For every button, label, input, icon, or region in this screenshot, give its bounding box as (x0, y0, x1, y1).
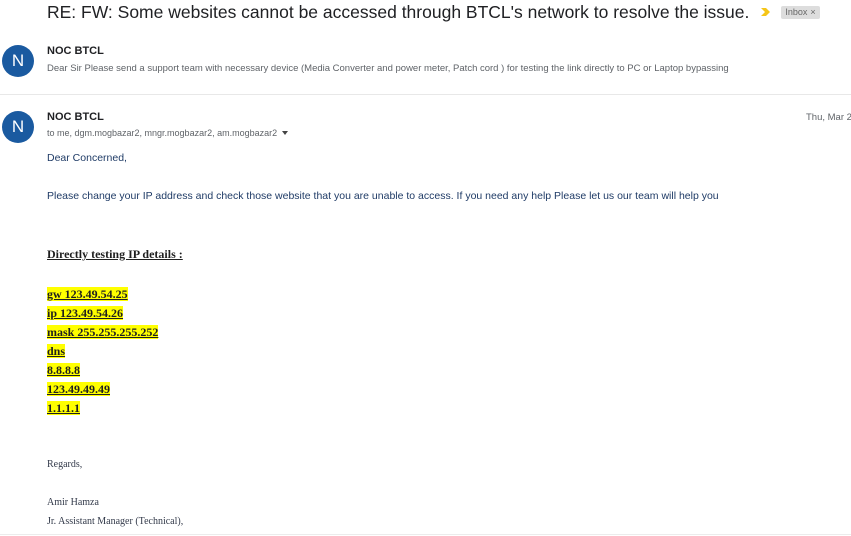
ip-detail-text: mask 255.255.255.252 (47, 325, 159, 339)
ip-detail-line: 8.8.8.8 (47, 361, 80, 379)
ip-detail-text: 1.1.1.1 (47, 401, 80, 415)
collapsed-message-sender[interactable]: NOC BTCL (47, 45, 104, 57)
avatar[interactable]: N (2, 111, 34, 143)
closing: Regards, (47, 459, 83, 470)
message-date: Thu, Mar 2 (806, 112, 851, 123)
collapsed-message-snippet[interactable]: Dear Sir Please send a support team with… (47, 63, 729, 74)
ip-detail-line: ip 123.49.54.26 (47, 304, 124, 322)
signature-title: Jr. Assistant Manager (Technical), (47, 516, 184, 527)
thread-subject: RE: FW: Some websites cannot be accessed… (47, 1, 750, 22)
importance-arrow-icon[interactable] (760, 7, 772, 17)
ip-detail-text: gw 123.49.54.25 (47, 287, 128, 301)
email-thread-view: RE: FW: Some websites cannot be accessed… (0, 0, 851, 536)
subject-row: RE: FW: Some websites cannot be accessed… (47, 0, 820, 24)
remove-label-icon[interactable]: × (810, 7, 815, 18)
recipients-line: to me, dgm.mogbazar2, mngr.mogbazar2, am… (47, 128, 289, 138)
ip-detail-text: 8.8.8.8 (47, 363, 80, 377)
ip-detail-line: mask 255.255.255.252 (47, 323, 159, 341)
ip-detail-text: 123.49.49.49 (47, 382, 110, 396)
recipients-text: to me, dgm.mogbazar2, mngr.mogbazar2, am… (47, 128, 278, 138)
expanded-message-sender[interactable]: NOC BTCL (47, 111, 104, 123)
bottom-divider (0, 534, 851, 535)
ip-detail-text: dns (47, 344, 66, 358)
signature-name: Amir Hamza (47, 497, 99, 508)
ip-detail-text: ip 123.49.54.26 (47, 306, 124, 320)
ip-details-heading: Directly testing IP details : (47, 247, 183, 261)
ip-detail-line: gw 123.49.54.25 (47, 285, 128, 303)
avatar[interactable]: N (2, 45, 34, 77)
ip-detail-line: dns (47, 342, 66, 360)
greeting: Dear Concerned, (47, 152, 127, 164)
message-divider (0, 94, 851, 95)
inbox-label-text: Inbox (785, 6, 808, 17)
ip-detail-line: 123.49.49.49 (47, 380, 110, 398)
body-paragraph: Please change your IP address and check … (47, 190, 719, 202)
inbox-label-chip[interactable]: Inbox × (781, 5, 820, 19)
ip-detail-line: 1.1.1.1 (47, 399, 80, 417)
show-details-chevron-down-icon[interactable] (282, 131, 289, 135)
